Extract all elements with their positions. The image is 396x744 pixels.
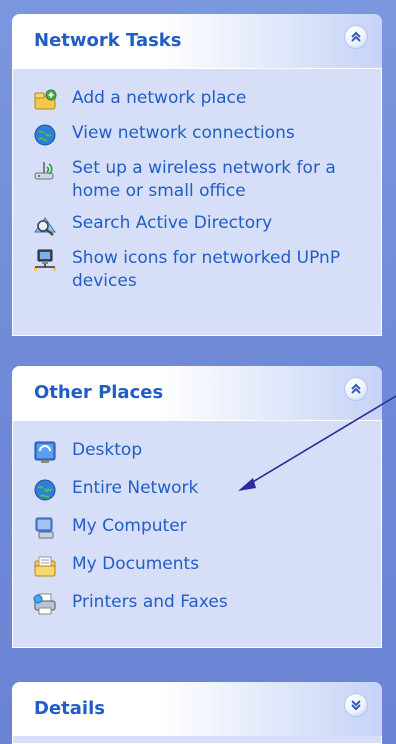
network-tasks-header[interactable]: Network Tasks: [12, 14, 382, 69]
other-places-title: Other Places: [34, 382, 164, 403]
task-show-upnp-devices[interactable]: Show icons for networked UPnP devices: [32, 247, 382, 293]
my-computer-icon: [32, 515, 58, 541]
place-my-documents[interactable]: My Documents: [32, 553, 382, 579]
place-label[interactable]: Entire Network: [72, 477, 198, 500]
other-places-header[interactable]: Other Places: [12, 366, 382, 421]
task-label[interactable]: Show icons for networked UPnP devices: [72, 247, 362, 293]
upnp-devices-icon: [32, 247, 58, 273]
chevron-down-icon: [351, 700, 361, 711]
expand-details-button[interactable]: [344, 693, 368, 717]
other-places-panel: Other Places Desktop Entire Network My C…: [12, 366, 382, 648]
place-label[interactable]: My Computer: [72, 515, 187, 538]
task-add-network-place[interactable]: Add a network place: [32, 87, 382, 113]
task-search-active-directory[interactable]: Search Active Directory: [32, 212, 382, 238]
task-setup-wireless-network[interactable]: Set up a wireless network for a home or …: [32, 157, 382, 203]
collapse-network-tasks-button[interactable]: [344, 25, 368, 49]
task-label[interactable]: View network connections: [72, 122, 295, 145]
printer-icon: [32, 591, 58, 617]
task-label[interactable]: Add a network place: [72, 87, 246, 110]
task-view-network-connections[interactable]: View network connections: [32, 122, 382, 148]
wireless-network-icon: [32, 157, 58, 183]
place-label[interactable]: My Documents: [72, 553, 199, 576]
place-label[interactable]: Desktop: [72, 439, 142, 462]
my-documents-icon: [32, 553, 58, 579]
details-title: Details: [34, 698, 105, 719]
collapse-other-places-button[interactable]: [344, 377, 368, 401]
place-printers-faxes[interactable]: Printers and Faxes: [32, 591, 382, 617]
task-label[interactable]: Set up a wireless network for a home or …: [72, 157, 362, 203]
place-entire-network[interactable]: Entire Network: [32, 477, 382, 503]
place-desktop[interactable]: Desktop: [32, 439, 382, 465]
desktop-icon: [32, 439, 58, 465]
search-directory-icon: [32, 212, 58, 238]
network-connections-icon: [32, 122, 58, 148]
globe-icon: [32, 477, 58, 503]
network-tasks-title: Network Tasks: [34, 30, 182, 51]
place-my-computer[interactable]: My Computer: [32, 515, 382, 541]
chevron-up-icon: [351, 31, 361, 42]
place-label[interactable]: Printers and Faxes: [72, 591, 228, 614]
add-network-place-icon: [32, 87, 58, 113]
details-panel: Details: [12, 682, 382, 744]
chevron-up-icon: [351, 383, 361, 394]
details-header[interactable]: Details: [12, 682, 382, 736]
network-tasks-panel: Network Tasks Add a network place View n…: [12, 14, 382, 336]
task-label[interactable]: Search Active Directory: [72, 212, 272, 235]
